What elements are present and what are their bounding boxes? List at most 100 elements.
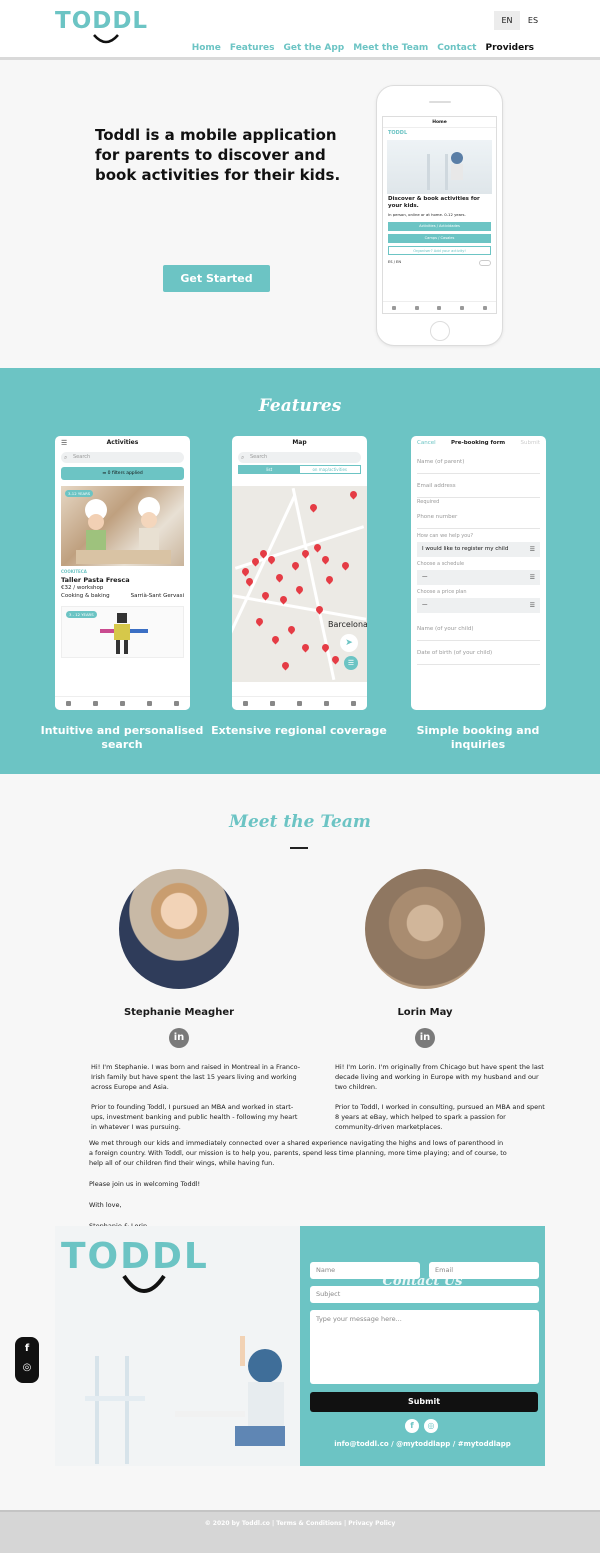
contact-email-input[interactable]: Email (429, 1262, 539, 1279)
segment-map[interactable]: on map/activities (300, 466, 361, 473)
map-pin[interactable] (320, 554, 331, 565)
map-tab-icon[interactable] (147, 701, 152, 706)
activities-header-title: Activities (106, 439, 139, 446)
map-pin[interactable] (280, 660, 291, 671)
map-tab-icon[interactable] (324, 701, 329, 706)
activity-photo[interactable]: 3-12 YEARS (61, 486, 184, 566)
nav-providers[interactable]: Providers (485, 43, 534, 53)
linkedin-icon[interactable]: in (169, 1028, 189, 1048)
contact-submit-button[interactable]: Submit (310, 1392, 538, 1412)
child-dob-field[interactable]: Date of birth (of your child) (417, 641, 540, 665)
phone-field[interactable]: Phone number (417, 505, 540, 529)
toddl-logo[interactable]: TODDL (55, 8, 147, 46)
price-select[interactable]: — (417, 598, 540, 613)
map-pin[interactable] (290, 560, 301, 571)
contact-name-input[interactable]: Name (310, 1262, 420, 1279)
activities-tab-icon[interactable] (270, 701, 275, 706)
home-tab-icon[interactable] (392, 305, 397, 310)
map-pin[interactable] (320, 642, 331, 653)
map-pin[interactable] (330, 654, 341, 665)
map-pin[interactable] (254, 616, 265, 627)
map-pin[interactable] (244, 576, 255, 587)
map-pin[interactable] (250, 556, 261, 567)
locate-icon[interactable]: ➤ (340, 634, 358, 652)
linkedin-icon[interactable]: in (415, 1028, 435, 1048)
map-pin[interactable] (300, 548, 311, 559)
get-started-button[interactable]: Get Started (163, 265, 270, 292)
camps-tab-icon[interactable] (297, 701, 302, 706)
footer-text[interactable]: © 2020 by Toddl.co | Terms & Conditions … (0, 1520, 600, 1527)
home-tab-icon[interactable] (66, 701, 71, 706)
map-pin[interactable] (240, 566, 251, 577)
camps-tab-icon[interactable] (437, 305, 442, 310)
bio-paragraph: Hi! I'm Stephanie. I was born and raised… (91, 1063, 301, 1091)
map-pin[interactable] (340, 560, 351, 571)
activities-search[interactable]: Search (61, 452, 184, 463)
menu-icon[interactable]: ☰ (61, 436, 67, 450)
map-pin[interactable] (314, 604, 325, 615)
map-pin[interactable] (348, 489, 359, 500)
map-search[interactable]: Search (238, 452, 361, 463)
activity-photo-2[interactable]: 3 - 12 YEARS (61, 606, 184, 658)
chat-tab-icon[interactable] (351, 701, 356, 706)
map-pin[interactable] (274, 572, 285, 583)
map-pin[interactable] (266, 554, 277, 565)
facebook-icon[interactable]: f (405, 1419, 419, 1433)
map-tab-icon[interactable] (460, 305, 465, 310)
lang-es[interactable]: ES (520, 11, 546, 30)
contact-email-line[interactable]: info@toddl.co / @mytoddlapp / #mytoddlap… (300, 1440, 545, 1448)
map-tabbar (232, 696, 367, 710)
child-chair-image (427, 152, 463, 190)
instagram-icon[interactable]: ◎ (15, 1362, 39, 1373)
child-name-field[interactable]: Name (of your child) (417, 617, 540, 641)
big-smile-icon (122, 1274, 166, 1293)
nav-get-the-app[interactable]: Get the App (283, 43, 344, 53)
email-field[interactable]: Email address (417, 474, 540, 498)
chat-tab-icon[interactable] (174, 701, 179, 706)
phone-organiser-button[interactable]: Organiser? Add your activity! (388, 246, 491, 255)
map-pin[interactable] (300, 642, 311, 653)
map-segment-control: list on map/activities (238, 465, 361, 474)
map-pin[interactable] (260, 590, 271, 601)
phone-camps-button[interactable]: Camps / Casales (388, 234, 491, 243)
member-name-lorin: Lorin May (397, 1007, 453, 1018)
map-pin[interactable] (312, 542, 323, 553)
phone-activities-button[interactable]: Activities / Actividades (388, 222, 491, 231)
map-pin[interactable] (308, 502, 319, 513)
nav-home[interactable]: Home (192, 43, 221, 53)
list-icon[interactable]: ☰ (344, 656, 358, 670)
activity-name[interactable]: Taller Pasta Fresca (61, 576, 184, 584)
contact-subject-input[interactable]: Subject (310, 1286, 539, 1303)
filter-button[interactable]: ⚌ 0 filters applied (61, 467, 184, 480)
activities-tab-icon[interactable] (93, 701, 98, 706)
map-pin[interactable] (294, 584, 305, 595)
map-pin[interactable] (258, 548, 269, 559)
nav-meet-the-team[interactable]: Meet the Team (353, 43, 428, 53)
map-view[interactable]: Barcelona ➤ ☰ (232, 486, 367, 682)
parent-name-field[interactable]: Name (of parent) (417, 450, 540, 474)
chat-tab-icon[interactable] (482, 305, 487, 310)
map-pin[interactable] (286, 624, 297, 635)
child-painting-image (85, 1336, 285, 1464)
form-cancel[interactable]: Cancel (417, 436, 436, 450)
activities-tab-icon[interactable] (414, 305, 419, 310)
lang-en[interactable]: EN (494, 11, 520, 30)
instagram-icon[interactable]: ◎ (424, 1419, 438, 1433)
map-pin[interactable] (324, 574, 335, 585)
phone-lang-toggle[interactable] (479, 260, 491, 266)
facebook-icon[interactable]: f (15, 1343, 39, 1354)
camps-tab-icon[interactable] (120, 701, 125, 706)
map-pin[interactable] (270, 634, 281, 645)
nav-contact[interactable]: Contact (437, 43, 476, 53)
home-tab-icon[interactable] (243, 701, 248, 706)
contact-message-input[interactable]: Type your message here... (310, 1310, 539, 1384)
map-pin[interactable] (278, 594, 289, 605)
avatar-lorin (365, 869, 485, 989)
form-submit[interactable]: Submit (520, 436, 540, 450)
nav-features[interactable]: Features (230, 43, 275, 53)
letter-paragraph: We met through our kids and immediately … (89, 1139, 507, 1167)
segment-list[interactable]: list (239, 466, 300, 473)
schedule-select[interactable]: — (417, 570, 540, 585)
activity-price: €32 / workshop (61, 585, 104, 591)
help-select[interactable]: I would like to register my child (417, 542, 540, 557)
